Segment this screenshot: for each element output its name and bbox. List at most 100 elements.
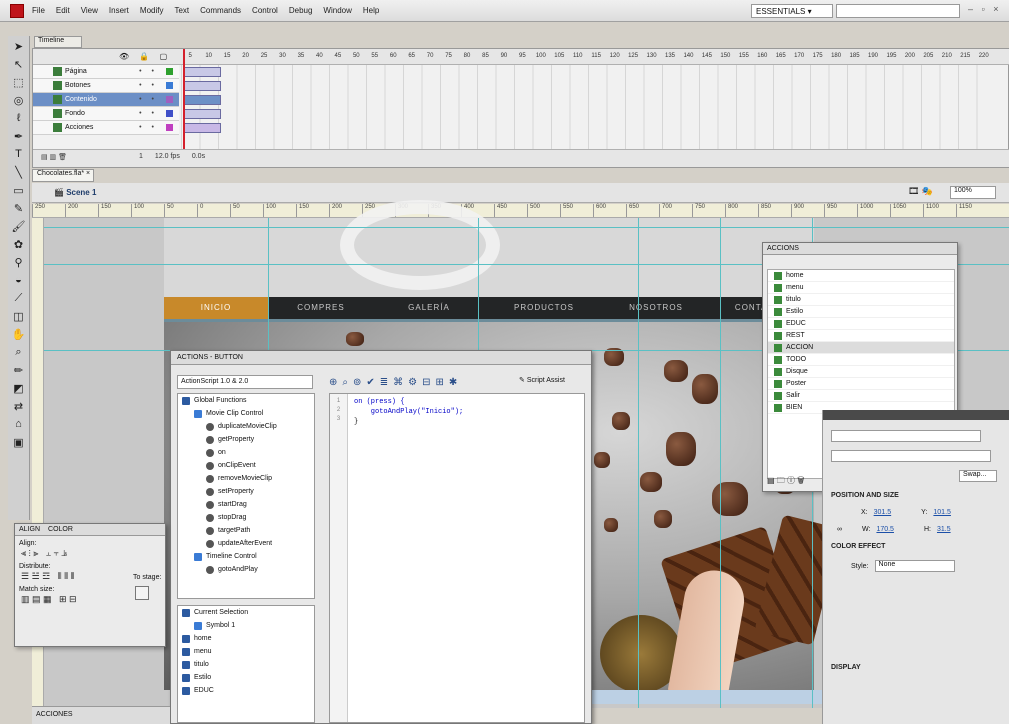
layer-color-swatch[interactable]	[166, 124, 173, 131]
nav-tab[interactable]: PRODUCTOS	[484, 297, 604, 319]
window-controls[interactable]: – ▫ ×	[968, 4, 1001, 14]
frame-number[interactable]: 160	[753, 49, 771, 65]
keyframe-span[interactable]	[183, 81, 221, 91]
layer-name[interactable]: Fondo	[65, 110, 85, 117]
free-transform-tool-icon[interactable]: ⬚	[10, 74, 28, 90]
layer-toggles[interactable]: • •	[139, 68, 158, 75]
frame-number[interactable]: 115	[587, 49, 605, 65]
tree-node[interactable]: Symbol 1	[178, 619, 314, 632]
frame-number[interactable]: 70	[421, 49, 439, 65]
library-item[interactable]: titulo	[768, 294, 954, 306]
selection-tool-icon[interactable]: ➤	[10, 38, 28, 54]
lasso-tool-icon[interactable]: ℓ	[10, 110, 28, 126]
frame-number[interactable]: 65	[402, 49, 420, 65]
frame-number[interactable]: 110	[569, 49, 587, 65]
keyframe-span[interactable]	[183, 123, 221, 133]
actions-panel-title[interactable]: ACTIONS - BUTTON	[171, 351, 591, 365]
fill-color-icon[interactable]: ◩	[10, 380, 28, 396]
frame-rate[interactable]: 12.0 fps	[155, 153, 180, 164]
swap-colors-icon[interactable]: ⇄	[10, 398, 28, 414]
check-syntax-icon[interactable]: ✔	[366, 377, 374, 388]
tree-node[interactable]: Estilo	[178, 671, 314, 684]
tree-node[interactable]: Movie Clip Control	[178, 407, 314, 420]
menu-modify[interactable]: Modify	[140, 6, 164, 15]
library-item[interactable]: home	[768, 270, 954, 282]
eraser-tool-icon[interactable]: ◫	[10, 308, 28, 324]
auto-format-icon[interactable]: ≣	[380, 377, 388, 388]
code-line-1[interactable]: on (press) {	[354, 398, 404, 406]
tree-node[interactable]: Current Selection	[178, 606, 314, 619]
layer-toggle-icons[interactable]: 👁 🔒 ▢	[119, 52, 171, 61]
nav-tab[interactable]: INICIO	[164, 297, 268, 319]
zoom-select[interactable]: 100%	[950, 186, 996, 199]
layer-toggles[interactable]: • •	[139, 82, 158, 89]
3d-rotation-tool-icon[interactable]: ◎	[10, 92, 28, 108]
instance-name-input[interactable]	[831, 430, 981, 442]
tree-node[interactable]: targetPath	[178, 524, 314, 537]
menu-commands[interactable]: Commands	[200, 6, 241, 15]
layer-name[interactable]: Contenido	[65, 96, 97, 103]
frame-number[interactable]: 100	[532, 49, 550, 65]
expand-icon[interactable]: ⊞	[436, 377, 444, 388]
library-item[interactable]: menu	[768, 282, 954, 294]
keyframe-span[interactable]	[183, 67, 221, 77]
zoom-tool-icon[interactable]: ⌕	[10, 344, 28, 360]
frame-number[interactable]: 10	[199, 49, 217, 65]
frame-number[interactable]: 80	[458, 49, 476, 65]
library-item[interactable]: Disque	[768, 366, 954, 378]
library-item[interactable]: TODO	[768, 354, 954, 366]
library-item[interactable]: REST	[768, 330, 954, 342]
frame-number[interactable]: 205	[919, 49, 937, 65]
tree-node[interactable]: on	[178, 446, 314, 459]
tree-node[interactable]: stopDrag	[178, 511, 314, 524]
y-value[interactable]: 101.5	[933, 509, 951, 516]
tree-node[interactable]: startDrag	[178, 498, 314, 511]
script-assist-button[interactable]: ✎ Script Assist	[519, 376, 565, 384]
snap-icon[interactable]: ⌂	[10, 416, 28, 432]
library-item[interactable]: EDUC	[768, 318, 954, 330]
new-layer-icon[interactable]: ▤ ▥ 🗑	[41, 153, 67, 164]
frame-number[interactable]: 185	[845, 49, 863, 65]
frame-number[interactable]: 180	[827, 49, 845, 65]
library-footer-icons[interactable]: ▤ 🗀 ⓘ 🗑	[767, 475, 804, 489]
playhead[interactable]	[183, 49, 185, 149]
bone-tool-icon[interactable]: ⚲	[10, 254, 28, 270]
tree-node[interactable]: getProperty	[178, 433, 314, 446]
frame-number[interactable]: 30	[273, 49, 291, 65]
frame-number[interactable]: 45	[329, 49, 347, 65]
menu-file[interactable]: File	[32, 6, 45, 15]
frame-number[interactable]: 15	[218, 49, 236, 65]
add-statement-icon[interactable]: ⊕	[329, 377, 337, 388]
help-search-input[interactable]	[836, 4, 960, 18]
tree-node[interactable]: titulo	[178, 658, 314, 671]
frame-number[interactable]: 130	[642, 49, 660, 65]
frame-number[interactable]: 125	[624, 49, 642, 65]
nav-tab[interactable]: NOSOTROS	[604, 297, 708, 319]
color-effect-header[interactable]: COLOR EFFECT	[831, 543, 1009, 550]
layer-row[interactable]: Contenido • •	[33, 93, 179, 107]
script-editor[interactable]: 123 on (press) { gotoAndPlay("Inicio"); …	[329, 393, 585, 723]
to-stage-toggle[interactable]	[135, 586, 149, 600]
instance-behavior-select[interactable]	[831, 450, 991, 462]
layer-row[interactable]: Botones • •	[33, 79, 179, 93]
keyframe-span[interactable]	[183, 95, 221, 105]
pen-tool-icon[interactable]: ✒	[10, 128, 28, 144]
debug-options-icon[interactable]: ⚙	[408, 377, 417, 388]
tree-node[interactable]: EDUC	[178, 684, 314, 697]
document-tab[interactable]: Chocolates.fla* ×	[32, 169, 94, 182]
code-hint-icon[interactable]: ⌘	[393, 377, 403, 388]
tree-node[interactable]: setProperty	[178, 485, 314, 498]
library-title[interactable]: ACCIONS	[763, 243, 957, 255]
scene-label[interactable]: Scene 1	[66, 188, 96, 197]
swap-button[interactable]: Swap...	[959, 470, 997, 482]
layer-row[interactable]: Fondo • •	[33, 107, 179, 121]
library-item[interactable]: ACCION	[768, 342, 954, 354]
x-value[interactable]: 301.5	[874, 509, 892, 516]
tree-node[interactable]: home	[178, 632, 314, 645]
frame-number[interactable]: 195	[882, 49, 900, 65]
layer-color-swatch[interactable]	[166, 110, 173, 117]
properties-titlebar[interactable]	[823, 410, 1009, 420]
menu-control[interactable]: Control	[252, 6, 278, 15]
frame-number[interactable]: 165	[772, 49, 790, 65]
pencil-tool-icon[interactable]: ✎	[10, 200, 28, 216]
